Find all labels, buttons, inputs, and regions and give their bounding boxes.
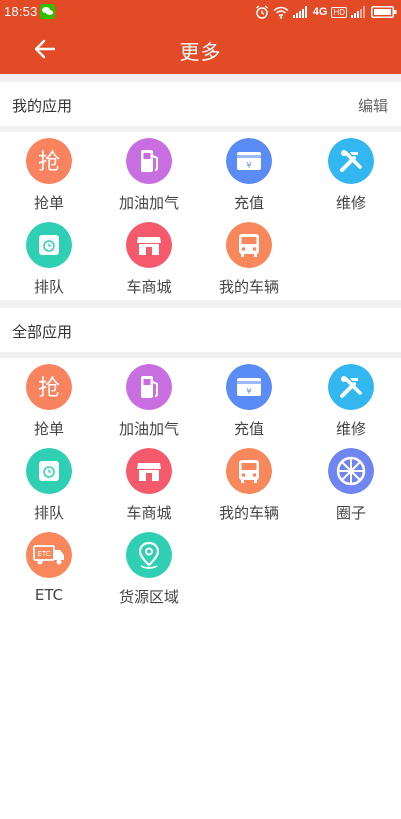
app-label: 充值 <box>233 194 264 212</box>
app-item-fuel[interactable]: 加油加气 <box>104 364 194 444</box>
app-item-queue[interactable]: 排队 <box>4 222 94 302</box>
app-label: 维修 <box>335 420 366 438</box>
app-label: 圈子 <box>335 504 366 522</box>
app-item-store[interactable]: 车商城 <box>104 448 194 528</box>
status-time: 18:53 <box>4 4 38 19</box>
app-label: 抢单 <box>33 420 64 438</box>
app-item-fuel[interactable]: 加油加气 <box>104 138 194 218</box>
app-label: 货源区域 <box>118 588 179 606</box>
queue-clock-icon <box>26 222 72 268</box>
alarm-icon <box>255 5 268 19</box>
grab-order-icon: 抢 <box>26 364 72 410</box>
location-pin-icon <box>126 532 172 578</box>
svg-text:抢: 抢 <box>38 376 60 401</box>
app-label: 加油加气 <box>118 420 179 438</box>
my-apps-title: 我的应用 <box>12 97 73 115</box>
grab-order-icon: 抢 <box>26 138 72 184</box>
page-title: 更多 <box>179 40 222 64</box>
vehicle-icon <box>226 448 272 494</box>
recharge-card-icon: ¥ <box>226 364 272 410</box>
app-item-vehicle[interactable]: 我的车辆 <box>204 222 294 302</box>
app-label: 抢单 <box>33 194 64 212</box>
edit-button[interactable]: 编辑 <box>358 95 388 116</box>
wechat-notification-icon <box>40 4 55 19</box>
hd-badge: HD <box>331 6 347 18</box>
app-item-etc[interactable]: ETC ETC <box>4 532 94 612</box>
fuel-pump-icon <box>126 138 172 184</box>
status-icons: 4G HD <box>255 3 397 21</box>
etc-truck-icon: ETC <box>26 532 72 578</box>
app-item-circle[interactable]: 圈子 <box>306 448 396 528</box>
my-apps-header: 我的应用 编辑 <box>0 82 401 126</box>
store-icon <box>126 222 172 268</box>
signal-icon-2 <box>351 6 365 18</box>
section-divider <box>0 352 401 358</box>
store-icon <box>126 448 172 494</box>
app-item-store[interactable]: 车商城 <box>104 222 194 302</box>
signal-icon <box>292 6 307 18</box>
svg-text:¥: ¥ <box>246 161 251 170</box>
app-item-queue[interactable]: 排队 <box>4 448 94 528</box>
svg-text:抢: 抢 <box>38 150 60 175</box>
svg-text:ETC: ETC <box>37 550 50 558</box>
app-item-recharge[interactable]: ¥ 充值 <box>204 138 294 218</box>
app-label: 排队 <box>33 504 64 522</box>
vehicle-icon <box>226 222 272 268</box>
app-item-grab-order[interactable]: 抢 抢单 <box>4 138 94 218</box>
app-label: 充值 <box>233 420 264 438</box>
circle-wheel-icon <box>328 448 374 494</box>
section-divider <box>0 300 401 308</box>
section-divider <box>0 74 401 82</box>
wifi-icon <box>273 6 289 19</box>
app-label: ETC <box>34 586 64 604</box>
app-label: 我的车辆 <box>218 278 279 296</box>
app-label: 车商城 <box>126 278 172 296</box>
app-label: 排队 <box>33 278 64 296</box>
repair-tools-icon <box>328 364 374 410</box>
section-divider <box>0 126 401 132</box>
all-apps-header: 全部应用 <box>0 308 401 352</box>
status-bar: 18:53 4G HD <box>0 0 401 24</box>
network-type: 4G <box>312 6 328 18</box>
title-bar: 更多 <box>0 24 401 74</box>
app-label: 我的车辆 <box>218 504 279 522</box>
app-label: 加油加气 <box>118 194 179 212</box>
all-apps-title: 全部应用 <box>12 323 73 341</box>
app-label: 车商城 <box>126 504 172 522</box>
app-item-recharge[interactable]: ¥ 充值 <box>204 364 294 444</box>
app-label: 维修 <box>335 194 366 212</box>
app-item-vehicle[interactable]: 我的车辆 <box>204 448 294 528</box>
battery-icon <box>371 6 397 18</box>
repair-tools-icon <box>328 138 374 184</box>
app-item-grab-order[interactable]: 抢 抢单 <box>4 364 94 444</box>
recharge-card-icon: ¥ <box>226 138 272 184</box>
app-item-repair[interactable]: 维修 <box>306 138 396 218</box>
app-item-source-area[interactable]: 货源区域 <box>104 532 194 612</box>
svg-text:¥: ¥ <box>246 387 251 396</box>
app-item-repair[interactable]: 维修 <box>306 364 396 444</box>
queue-clock-icon <box>26 448 72 494</box>
fuel-pump-icon <box>126 364 172 410</box>
